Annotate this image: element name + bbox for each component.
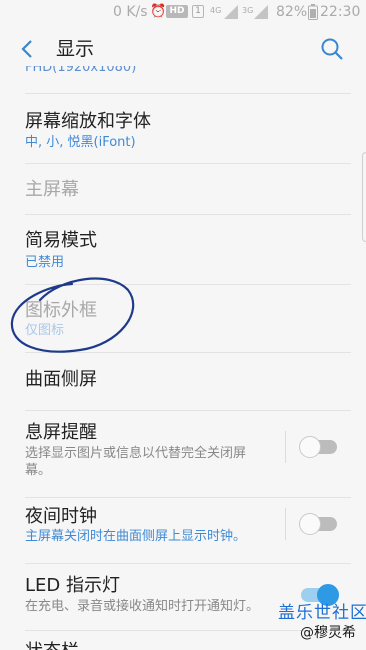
row-title: 主屏幕 <box>25 179 79 200</box>
resolution-subtitle: FHD(1920x1080) <box>25 66 137 75</box>
row-title: LED 指示灯 <box>25 575 120 596</box>
toggle-thumb <box>299 436 321 458</box>
always-on-toggle[interactable] <box>299 436 339 458</box>
signal-icon <box>224 5 238 19</box>
net-speed: 0 K/s <box>113 4 148 20</box>
vertical-separator <box>285 508 286 540</box>
alarm-icon: ⏰ <box>150 4 167 19</box>
vertical-separator <box>285 431 286 463</box>
row-always-on-display[interactable]: 息屏提醒 选择显示图片或信息以代替完全关闭屏 幕。 <box>0 411 366 497</box>
hd-badge: HD <box>166 5 188 18</box>
page-title: 显示 <box>56 38 95 60</box>
row-night-clock[interactable]: 夜间时钟 主屏幕关闭时在曲面侧屏上显示时钟。 <box>0 498 366 564</box>
row-edge-screen[interactable]: 曲面侧屏 <box>0 353 366 409</box>
row-title: 夜间时钟 <box>25 506 97 527</box>
row-subtitle: 选择显示图片或信息以代替完全关闭屏 <box>25 446 247 461</box>
row-screen-zoom-font[interactable]: 屏幕缩放和字体 中, 小, 悦黑(iFont) <box>0 96 366 162</box>
sim-badge: 1 <box>192 5 204 18</box>
signal-3g-label: 3G <box>242 6 254 15</box>
toggle-thumb <box>299 513 321 535</box>
night-clock-toggle[interactable] <box>299 513 339 535</box>
divider <box>25 93 351 94</box>
row-subtitle-cont: 幕。 <box>25 463 52 478</box>
search-icon[interactable] <box>318 35 346 63</box>
row-subtitle: 已禁用 <box>25 255 65 270</box>
battery-percent: 82% <box>276 4 308 20</box>
back-arrow-icon[interactable] <box>14 36 40 62</box>
row-subtitle: 在充电、录音或接收通知时打开通知灯。 <box>25 599 260 614</box>
edge-panel-handle[interactable] <box>362 152 366 242</box>
row-title: 简易模式 <box>25 230 97 251</box>
row-title: 屏幕缩放和字体 <box>25 111 151 132</box>
partial-row-clip: FHD(1920x1080) <box>0 66 366 80</box>
watermark-brand: 盖乐世社区 <box>278 603 366 623</box>
row-title: 图标外框 <box>25 300 97 321</box>
watermark-user: @穆灵希 <box>300 625 356 641</box>
row-title: 状态栏 <box>25 640 79 650</box>
clock: 22:30 <box>320 4 361 20</box>
signal-4g-label: 4G <box>210 6 222 15</box>
signal-icon-2 <box>254 5 268 19</box>
row-subtitle: 仅图标 <box>25 323 65 338</box>
row-title: 息屏提醒 <box>25 422 97 443</box>
row-subtitle: 主屏幕关闭时在曲面侧屏上显示时钟。 <box>25 529 247 544</box>
battery-icon <box>308 4 318 20</box>
row-subtitle: 中, 小, 悦黑(iFont) <box>25 135 136 150</box>
status-bar: 0 K/s ⏰ HD 1 4G 3G 82% 22:30 <box>0 0 366 24</box>
row-title: 曲面侧屏 <box>25 369 97 390</box>
row-icon-frames[interactable]: 图标外框 仅图标 <box>0 285 366 351</box>
row-easy-mode[interactable]: 简易模式 已禁用 <box>0 215 366 283</box>
row-home-screen[interactable]: 主屏幕 <box>0 164 366 214</box>
